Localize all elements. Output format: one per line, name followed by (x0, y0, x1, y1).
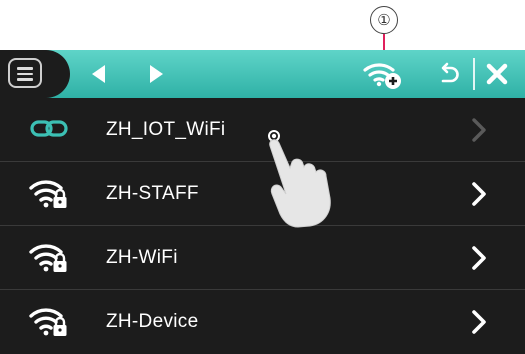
wifi-locked-icon (29, 308, 67, 336)
arrow-left-icon[interactable] (92, 65, 105, 83)
toolbar (0, 50, 525, 98)
chevron-right-icon (472, 182, 486, 206)
arrow-right-icon[interactable] (150, 65, 163, 83)
callout-annotation: ① (367, 6, 401, 56)
menu-tab (0, 50, 70, 98)
close-icon[interactable] (484, 61, 510, 87)
network-ssid: ZH-WiFi (106, 247, 178, 268)
wifi-locked-icon (29, 180, 67, 208)
chevron-right-icon (472, 310, 486, 334)
network-ssid: ZH_IOT_WiFi (106, 119, 226, 140)
network-row[interactable]: ZH-WiFi (0, 226, 525, 290)
menu-icon[interactable] (8, 58, 42, 88)
callout-number: ① (370, 6, 398, 34)
device-screen: ZH_IOT_WiFi ZH-STAFF ZH-WiFi ZH-Device (0, 50, 525, 354)
network-row[interactable]: ZH-Device (0, 290, 525, 353)
wifi-locked-icon (29, 244, 67, 272)
chevron-right-icon (472, 246, 486, 270)
network-ssid: ZH-STAFF (106, 183, 199, 204)
wifi-add-icon[interactable] (363, 58, 403, 90)
undo-icon[interactable] (438, 62, 460, 86)
network-ssid: ZH-Device (106, 311, 199, 332)
tap-hand-icon (268, 130, 331, 228)
chevron-right-icon (472, 118, 486, 142)
link-icon (30, 120, 68, 137)
toolbar-divider (473, 58, 475, 90)
